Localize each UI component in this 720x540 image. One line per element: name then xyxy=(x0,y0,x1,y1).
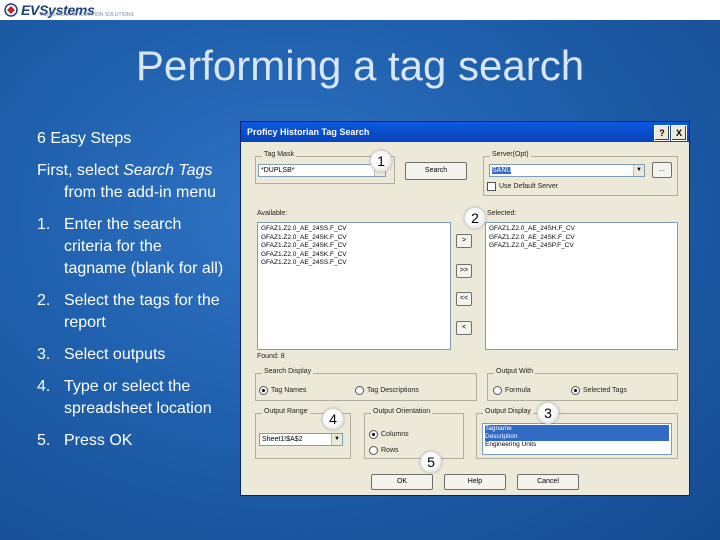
list-item[interactable]: Tagname xyxy=(485,425,669,433)
radio-dot[interactable] xyxy=(369,430,378,439)
radio-formula[interactable]: Formula xyxy=(493,386,531,395)
radio-label: Selected Tags xyxy=(583,387,627,394)
help-button[interactable]: Help xyxy=(444,474,506,490)
callout-marker: 3 xyxy=(537,402,559,424)
step-text: Enter the search criteria for the tagnam… xyxy=(64,216,224,277)
found-count: Found: 8 xyxy=(257,353,285,360)
step-item: 3. Select outputs xyxy=(37,344,227,366)
list-item[interactable]: GFAZ1.Z2.0_AE_24SK.F_CV xyxy=(261,251,447,260)
tag-mask-value: *DUPLSB* xyxy=(261,167,295,174)
radio-columns[interactable]: Columns xyxy=(369,430,409,439)
list-item[interactable]: GFAZ1.Z2.0_AE_24SP.F_CV xyxy=(489,242,674,251)
radio-selected-tags[interactable]: Selected Tags xyxy=(571,386,627,395)
first-emphasis: Search Tags xyxy=(123,162,213,179)
move-right-button[interactable]: > xyxy=(456,234,472,248)
step-number: 2. xyxy=(37,292,51,309)
cancel-button[interactable]: Cancel xyxy=(517,474,579,490)
radio-dot[interactable] xyxy=(571,386,580,395)
output-range-input[interactable]: Sheet1!$A$2 ▼ xyxy=(259,433,343,446)
radio-tag-descriptions[interactable]: Tag Descriptions xyxy=(355,386,419,395)
server-browse-button[interactable]: ... xyxy=(652,162,672,178)
list-item[interactable]: GFAZ1.Z2.0_AE_24SS.F_CV xyxy=(261,225,447,234)
logo-tagline: INDUSTRIAL AUTOMATION SOLUTIONS xyxy=(40,12,134,18)
close-icon[interactable]: X xyxy=(671,125,687,141)
server-value: SANU xyxy=(492,167,512,174)
step-item: 4. Type or select the spreadsheet locatio… xyxy=(37,376,227,420)
radio-dot[interactable] xyxy=(259,386,268,395)
step-item: 1. Enter the search criteria for the tagn… xyxy=(37,214,227,280)
radio-label: Tag Descriptions xyxy=(367,387,419,394)
list-item[interactable]: GFAZ1.Z2.0_AE_24SS.F_CV xyxy=(261,259,447,268)
steps-intro: 6 Easy Steps xyxy=(37,130,132,147)
logo-mark-icon xyxy=(4,3,18,17)
ok-button[interactable]: OK xyxy=(371,474,433,490)
callout-marker: 5 xyxy=(420,451,442,473)
radio-label: Columns xyxy=(381,431,409,438)
steps-first: First, select Search Tags from the add-i… xyxy=(37,160,227,204)
move-all-left-button[interactable]: << xyxy=(456,292,472,306)
use-default-server-checkbox[interactable]: Use Default Server xyxy=(487,182,558,191)
output-display-label: Output Display xyxy=(483,408,533,415)
tag-search-dialog: Proficy Historian Tag Search ? X Tag Mas… xyxy=(240,121,690,496)
output-range-label: Output Range xyxy=(262,408,310,415)
chevron-down-icon[interactable]: ▼ xyxy=(633,165,644,176)
step-number: 4. xyxy=(37,378,51,395)
tag-mask-label: Tag Mask xyxy=(262,151,296,158)
step-text: Select outputs xyxy=(64,346,166,363)
server-select[interactable]: SANU ▼ xyxy=(489,164,645,177)
checkbox-box[interactable] xyxy=(487,182,496,191)
server-label: Server(Opt) xyxy=(490,151,531,158)
list-item[interactable]: GFAZ1.Z2.0_AE_24SH.F_CV xyxy=(489,225,674,234)
output-with-label: Output With xyxy=(494,368,535,375)
top-bar: EVSystems INDUSTRIAL AUTOMATION SOLUTION… xyxy=(0,0,720,20)
step-text: Type or select the spreadsheet location xyxy=(64,378,212,417)
step-text: Select the tags for the report xyxy=(64,292,220,331)
callout-marker: 2 xyxy=(464,207,486,229)
search-button[interactable]: Search xyxy=(405,162,467,180)
radio-dot[interactable] xyxy=(493,386,502,395)
slide-title: Performing a tag search xyxy=(135,42,585,89)
step-item: 5. Press OK xyxy=(37,430,227,452)
steps-list: 6 Easy Steps First, select Search Tags f… xyxy=(37,128,227,462)
step-number: 3. xyxy=(37,346,51,363)
move-all-right-button[interactable]: >> xyxy=(456,264,472,278)
list-item[interactable]: GFAZ1.Z2.0_AE_24SK.F_CV xyxy=(489,234,674,243)
step-text: Press OK xyxy=(64,432,133,449)
search-display-label: Search Display xyxy=(262,368,314,375)
output-orientation-label: Output Orientation xyxy=(371,408,433,415)
tag-mask-input[interactable]: *DUPLSB* ▼ xyxy=(258,164,386,177)
step-number: 1. xyxy=(37,216,51,233)
radio-label: Tag Names xyxy=(271,387,307,394)
selected-list[interactable]: GFAZ1.Z2.0_AE_24SH.F_CV GFAZ1.Z2.0_AE_24… xyxy=(485,222,678,350)
dialog-title: Proficy Historian Tag Search xyxy=(241,122,689,142)
radio-dot[interactable] xyxy=(355,386,364,395)
use-default-server-label: Use Default Server xyxy=(499,183,559,190)
callout-marker: 4 xyxy=(322,408,344,430)
output-range-value: Sheet1!$A$2 xyxy=(262,436,303,443)
list-item[interactable]: Engineering Units xyxy=(485,441,669,449)
radio-tag-names[interactable]: Tag Names xyxy=(259,386,306,395)
callout-marker: 1 xyxy=(370,150,392,172)
radio-dot[interactable] xyxy=(369,446,378,455)
radio-rows[interactable]: Rows xyxy=(369,446,399,455)
selected-label: Selected: xyxy=(487,210,517,217)
step-number: 5. xyxy=(37,432,51,449)
chevron-down-icon[interactable]: ▼ xyxy=(331,434,342,445)
step-item: 2. Select the tags for the report xyxy=(37,290,227,334)
list-item[interactable]: Description xyxy=(485,433,669,441)
move-left-button[interactable]: < xyxy=(456,321,472,335)
first-suffix: from the add-in menu xyxy=(64,184,217,201)
available-label: Available: xyxy=(257,210,288,217)
first-prefix: First, select xyxy=(37,162,124,179)
list-item[interactable]: GFAZ1.Z2.0_AE_24SK.F_CV xyxy=(261,242,447,251)
help-icon[interactable]: ? xyxy=(654,125,670,141)
radio-label: Formula xyxy=(505,387,531,394)
list-item[interactable]: GFAZ1.Z2.0_AE_24SK.F_CV xyxy=(261,234,447,243)
output-display-list[interactable]: Tagname Description Engineering Units xyxy=(482,423,672,455)
available-list[interactable]: GFAZ1.Z2.0_AE_24SS.F_CV GFAZ1.Z2.0_AE_24… xyxy=(257,222,451,350)
radio-label: Rows xyxy=(381,447,399,454)
